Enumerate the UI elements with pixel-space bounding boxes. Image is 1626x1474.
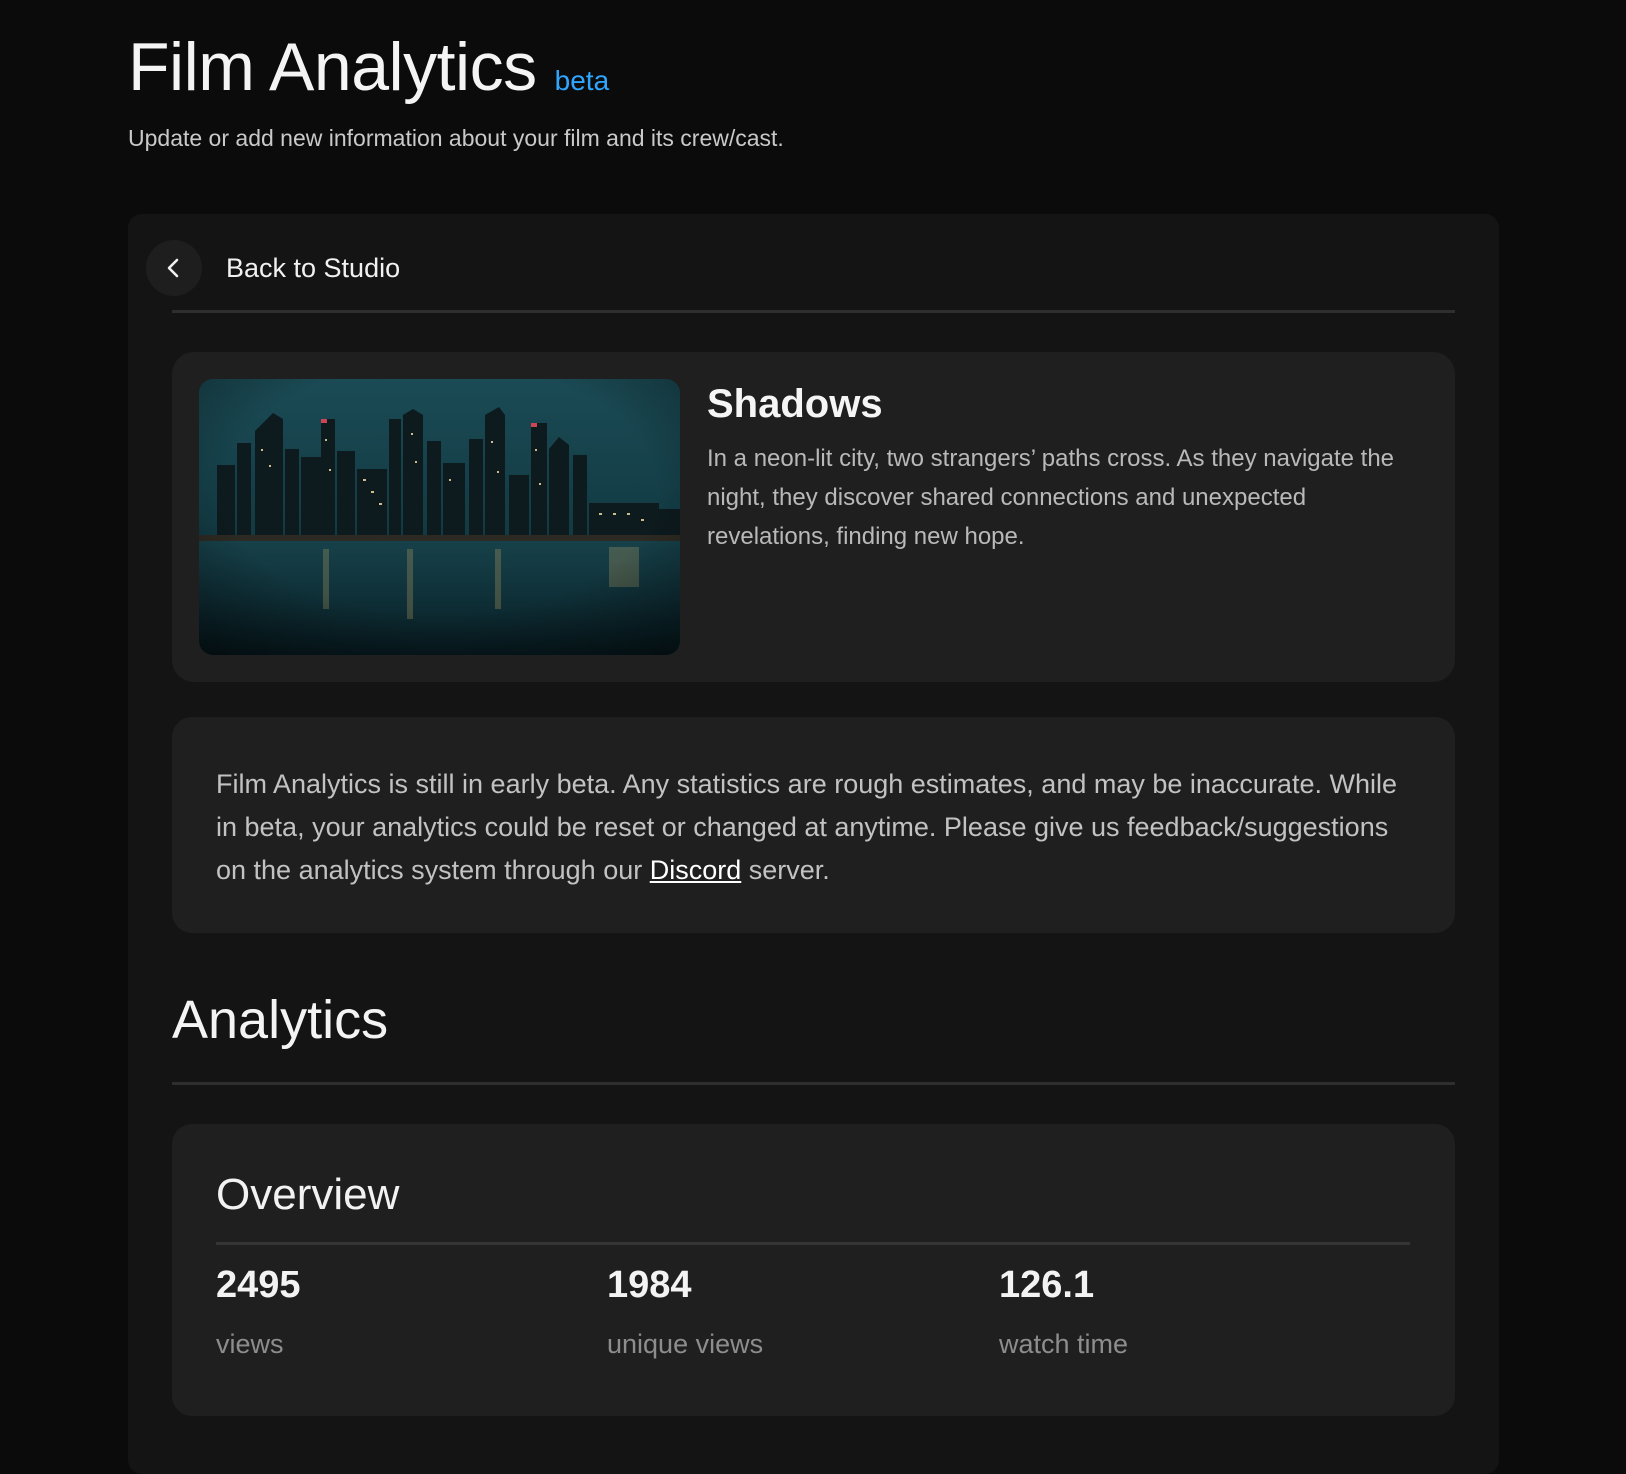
film-title: Shadows [707,382,883,426]
notice-text-after: server. [741,855,830,885]
stat-value: 2495 [216,1264,301,1306]
stat-value: 1984 [607,1264,692,1306]
title-row: Film Analytics beta [128,30,1428,105]
overview-card: Overview 2495 views 1984 unique views 12… [172,1124,1455,1416]
back-button[interactable] [146,240,202,296]
page-header: Film Analytics beta Update or add new in… [128,30,1428,152]
discord-link[interactable]: Discord [650,855,742,885]
stat-watch-time: 126.1 watch time [999,1264,1128,1360]
city-skyline-image [199,379,680,655]
header-divider [172,310,1455,313]
beta-badge: beta [554,65,610,96]
analytics-divider [172,1082,1455,1085]
stat-label: watch time [999,1329,1129,1359]
back-to-studio-link[interactable]: Back to Studio [146,240,400,296]
stat-views: 2495 views [216,1264,301,1360]
analytics-heading: Analytics [172,990,389,1050]
main-panel: Back to Studio Shadows In a neon-lit cit… [128,214,1499,1474]
film-description: In a neon-lit city, two strangers’ paths… [707,445,1395,550]
stat-label: unique views [607,1329,764,1359]
chevron-left-icon [167,258,179,278]
overview-divider [216,1242,1410,1245]
page-subtitle: Update or add new information about your… [128,124,784,151]
beta-notice-text: Film Analytics is still in early beta. A… [216,763,1416,892]
stat-label: views [216,1329,284,1359]
film-thumbnail [199,379,680,655]
overview-title: Overview [216,1170,400,1219]
stat-unique-views: 1984 unique views [607,1264,763,1360]
back-to-studio-label[interactable]: Back to Studio [226,253,400,284]
stat-value: 126.1 [999,1264,1095,1306]
beta-notice-card: Film Analytics is still in early beta. A… [172,717,1455,933]
film-info: Shadows In a neon-lit city, two stranger… [707,382,1397,556]
film-card: Shadows In a neon-lit city, two stranger… [172,352,1455,682]
page-title: Film Analytics [128,29,537,105]
